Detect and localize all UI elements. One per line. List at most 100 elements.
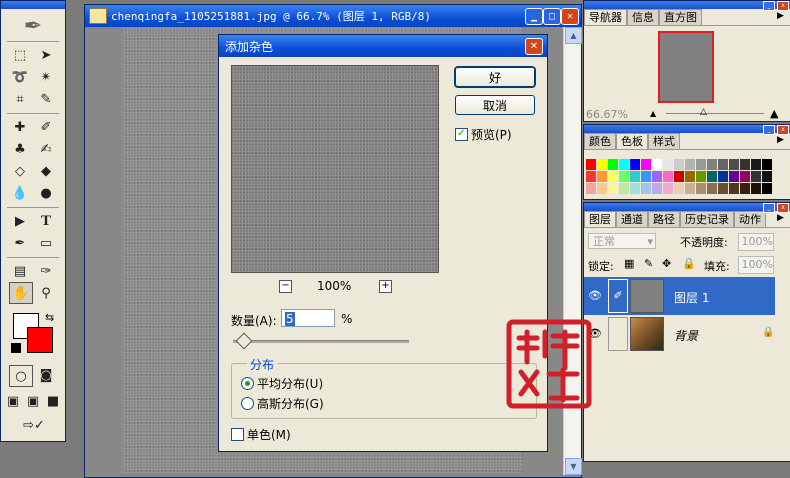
color-swatch[interactable] (674, 183, 684, 194)
layer-row[interactable]: 👁 ✐ 图层 1 (584, 277, 775, 315)
tab-info[interactable]: 信息 (627, 9, 659, 25)
panel-options-icon[interactable]: ▶ (777, 135, 787, 145)
panel-options-icon[interactable]: ▶ (777, 213, 787, 223)
navigator-zoom-slider[interactable] (666, 113, 764, 114)
color-swatch[interactable] (729, 159, 739, 170)
eraser-tool-icon[interactable]: ◇ (9, 161, 31, 181)
color-swatch[interactable] (696, 183, 706, 194)
eyedropper-icon[interactable]: ✑ (35, 261, 57, 281)
lock-transparency-icon[interactable]: ▦ (624, 257, 634, 270)
type-tool-icon[interactable]: T (35, 211, 57, 231)
color-swatch[interactable] (663, 159, 673, 170)
dialog-title-bar[interactable]: 添加杂色 (219, 35, 547, 57)
color-swatch[interactable] (685, 159, 695, 170)
paint-bucket-icon[interactable]: ◆ (35, 161, 57, 181)
color-swatch[interactable] (707, 183, 717, 194)
cancel-button[interactable]: 取消 (455, 95, 535, 115)
scroll-up-icon[interactable]: ▲ (565, 27, 582, 44)
color-swatch[interactable] (751, 159, 761, 170)
zoom-in-mountain-icon[interactable]: ▲ (770, 107, 778, 120)
panel-close-button[interactable]: x (777, 1, 789, 11)
default-colors-icon[interactable] (11, 343, 21, 353)
panel-title-bar[interactable] (584, 1, 790, 9)
color-swatch[interactable] (641, 171, 651, 182)
color-swatch[interactable] (685, 183, 695, 194)
tab-swatches[interactable]: 色板 (616, 133, 648, 149)
color-swatch[interactable] (674, 171, 684, 182)
opacity-input[interactable]: 100% (738, 233, 774, 251)
zoom-in-button[interactable]: + (379, 280, 392, 293)
layer-name[interactable]: 背景 (674, 327, 698, 344)
uniform-radio[interactable] (241, 377, 254, 390)
color-swatch[interactable] (740, 183, 750, 194)
color-swatch[interactable] (685, 171, 695, 182)
screen-mode-full-icon[interactable]: ■ (45, 391, 61, 411)
minimize-button[interactable]: ▁ (525, 8, 543, 25)
panel-minimize-button[interactable]: _ (763, 203, 775, 213)
tab-channels[interactable]: 通道 (616, 211, 648, 227)
color-swatch[interactable] (751, 183, 761, 194)
color-swatch[interactable] (619, 183, 629, 194)
hand-tool-icon[interactable]: ✋ (9, 282, 33, 304)
color-swatch[interactable] (663, 171, 673, 182)
panel-minimize-button[interactable]: _ (763, 1, 775, 11)
screen-mode-standard-icon[interactable]: ▣ (5, 391, 21, 411)
amount-input[interactable]: 5 (281, 309, 335, 327)
color-swatch[interactable] (729, 171, 739, 182)
color-swatch[interactable] (608, 171, 618, 182)
history-brush-icon[interactable]: ✍ (35, 139, 57, 159)
background-color-swatch[interactable] (27, 327, 53, 353)
notes-tool-icon[interactable]: ▤ (9, 261, 31, 281)
color-swatch[interactable] (619, 159, 629, 170)
color-swatch[interactable] (597, 171, 607, 182)
color-swatch[interactable] (652, 159, 662, 170)
color-swatch[interactable] (718, 159, 728, 170)
close-button[interactable]: ✕ (561, 8, 579, 25)
healing-brush-icon[interactable]: ✚ (9, 117, 31, 137)
color-swatch[interactable] (652, 183, 662, 194)
brush-link-icon[interactable]: ✐ (608, 279, 628, 313)
screen-mode-full-menu-icon[interactable]: ▣ (25, 391, 41, 411)
clone-stamp-icon[interactable]: ♣ (9, 139, 31, 159)
panel-options-icon[interactable]: ▶ (777, 11, 787, 21)
color-swatch[interactable] (729, 183, 739, 194)
amount-slider-thumb[interactable] (235, 332, 253, 350)
eye-icon[interactable]: 👁 (588, 289, 602, 302)
move-tool-icon[interactable]: ➤ (35, 45, 57, 65)
lock-all-icon[interactable]: 🔒 (682, 257, 696, 270)
tab-actions[interactable]: 动作 (734, 211, 766, 227)
lock-image-icon[interactable]: ✎ (644, 257, 653, 270)
panel-title-bar[interactable] (584, 125, 790, 133)
color-swatch[interactable] (762, 171, 772, 182)
color-swatch[interactable] (718, 171, 728, 182)
color-swatch[interactable] (641, 183, 651, 194)
layer-name[interactable]: 图层 1 (674, 289, 709, 306)
color-swatch[interactable] (608, 183, 618, 194)
lasso-tool-icon[interactable]: ➰ (9, 67, 31, 87)
color-swatch[interactable] (630, 171, 640, 182)
brush-tool-icon[interactable]: ✐ (35, 117, 57, 137)
swatch-grid[interactable] (586, 159, 778, 197)
zoom-out-button[interactable]: − (279, 280, 292, 293)
color-swatch[interactable] (707, 159, 717, 170)
panel-title-bar[interactable] (584, 203, 790, 211)
color-swatch[interactable] (652, 171, 662, 182)
document-title-bar[interactable]: chenqingfa_1105251881.jpg @ 66.7% (图层 1,… (85, 5, 581, 27)
dialog-close-button[interactable]: ✕ (525, 38, 543, 55)
tools-title-bar[interactable] (1, 1, 65, 9)
preview-checkbox[interactable]: ✓ (455, 128, 468, 141)
ok-button[interactable]: 好 (454, 66, 536, 88)
filter-preview[interactable] (231, 65, 439, 273)
color-swatch[interactable] (630, 183, 640, 194)
link-slot[interactable] (608, 317, 628, 351)
rectangle-tool-icon[interactable]: ▭ (35, 233, 57, 253)
color-swatch[interactable] (696, 171, 706, 182)
zoom-tool-icon[interactable]: ⚲ (35, 283, 57, 303)
magic-wand-icon[interactable]: ✴ (35, 67, 57, 87)
blend-mode-select[interactable]: 正常 ▾ (588, 233, 656, 249)
color-swatch[interactable] (762, 183, 772, 194)
quick-mask-mode-icon[interactable]: ◙ (35, 365, 57, 385)
color-swatch[interactable] (740, 159, 750, 170)
color-swatch[interactable] (663, 183, 673, 194)
crop-tool-icon[interactable]: ⌗ (9, 89, 31, 109)
